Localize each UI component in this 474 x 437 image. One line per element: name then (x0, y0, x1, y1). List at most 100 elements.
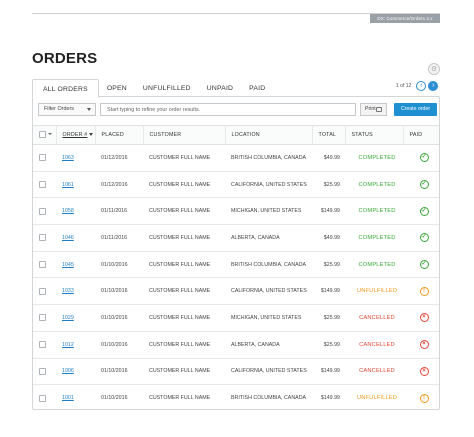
row-checkbox[interactable] (39, 234, 46, 242)
order-total: $25.99 (312, 251, 345, 279)
status-badge: CANCELLED (359, 341, 395, 348)
customer-name: CUSTOMER FULL NAME (143, 358, 225, 386)
row-checkbox[interactable] (39, 154, 46, 162)
order-placed-date: 01/10/2016 (95, 358, 143, 386)
row-checkbox[interactable] (39, 367, 46, 375)
order-total: $49.99 (312, 144, 345, 172)
status-badge: UNFULFILLED (356, 395, 398, 402)
sort-down-icon (89, 133, 94, 137)
order-number-link[interactable]: 1033 (62, 288, 74, 294)
order-number-link[interactable]: 1001 (62, 395, 74, 401)
customer-name: CUSTOMER FULL NAME (143, 144, 225, 172)
table-row[interactable]: 1046 01/11/2016 CUSTOMER FULL NAME ALBERTA,… (33, 224, 439, 252)
gear-icon: ⚙ (430, 65, 438, 73)
column-paid[interactable]: PAID (403, 125, 439, 145)
order-number-link[interactable]: 1045 (62, 262, 74, 268)
status-badge: COMPLETED (358, 154, 396, 161)
toolbar: Filter Orders Print Create order (38, 103, 437, 116)
order-location: ALBERTA, CANADA (225, 224, 312, 252)
column-customer[interactable]: CUSTOMER (143, 125, 226, 145)
tab-unfulfilled[interactable]: UNFULFILLED (135, 80, 199, 97)
filter-orders-select[interactable]: Filter Orders (38, 103, 96, 116)
tab-unpaid[interactable]: UNPAID (199, 80, 241, 97)
payment-cancelled-icon: × (419, 340, 429, 350)
row-checkbox[interactable] (39, 341, 46, 349)
select-all-checkbox[interactable] (39, 130, 52, 138)
search-input[interactable] (100, 103, 356, 116)
row-checkbox[interactable] (39, 394, 46, 402)
tab-open[interactable]: OPEN (99, 80, 135, 97)
settings-button[interactable]: ⚙ (428, 63, 440, 75)
order-total: $149.99 (320, 395, 340, 402)
table-row[interactable]: 1033 01/10/2016 CUSTOMER FULL NAME CALIFORN… (33, 277, 439, 306)
status-badge: COMPLETED (358, 234, 396, 241)
select-all-column (33, 125, 57, 145)
table-row[interactable]: 1058 01/11/2016 CUSTOMER FULL NAME MICHIGAN… (33, 197, 439, 226)
paid-check-icon: ✓ (419, 180, 429, 190)
order-number-link[interactable]: 1046 (62, 235, 74, 241)
pager: 1 of 12 ‹ › (396, 80, 439, 92)
customer-name: CUSTOMER FULL NAME (143, 251, 225, 279)
customer-name: CUSTOMER FULL NAME (143, 197, 225, 226)
order-number-link[interactable]: 1029 (62, 315, 74, 321)
orders-table: ORDER # PLACED CUSTOMER LOCATION TOTAL S… (33, 125, 439, 411)
column-total[interactable]: TOTAL (312, 125, 346, 145)
page-title: ORDERS (32, 50, 98, 67)
column-location[interactable]: LOCATION (225, 125, 313, 145)
order-placed-date: 01/11/2016 (95, 197, 143, 226)
row-checkbox[interactable] (39, 261, 46, 269)
create-order-button[interactable]: Create order (394, 103, 437, 116)
order-location: CALIFORNIA, UNITED STATES (225, 277, 312, 306)
order-placed-date: 01/10/2016 (101, 395, 128, 402)
print-label: Print (365, 106, 376, 112)
table-row[interactable]: 1006 01/10/2016 CUSTOMER FULL NAME CALIFORN… (33, 358, 439, 386)
order-location: BRITISH COLUMBIA, CANADA (225, 251, 312, 279)
table-row[interactable]: 1045 01/10/2016 CUSTOMER FULL NAME BRITISH … (33, 251, 439, 279)
order-total: $49.99 (312, 224, 345, 252)
order-placed-date: 01/10/2016 (95, 251, 143, 279)
order-location: BRITISH COLUMBIA, CANADA (225, 144, 312, 172)
table-row[interactable]: 1029 01/10/2016 CUSTOMER FULL NAME MICHIGAN… (33, 304, 439, 332)
order-number-link[interactable]: 1012 (62, 342, 74, 348)
table-row[interactable]: 1001 01/10/2016 CUSTOMER FULL NAME BRITISH … (33, 385, 439, 412)
order-total: $149.99 (312, 277, 345, 306)
table-row[interactable]: 1061 01/12/2016 CUSTOMER FULL NAME CALIFORN… (33, 171, 439, 199)
tab-all-orders[interactable]: ALL ORDERS (32, 79, 99, 98)
order-placed-date: 01/12/2016 (95, 144, 143, 172)
payment-cancelled-icon: × (419, 366, 429, 376)
print-button[interactable]: Print (360, 103, 387, 116)
chevron-down-icon (87, 108, 91, 111)
column-order-number[interactable]: ORDER # (56, 125, 96, 145)
column-status[interactable]: STATUS (345, 125, 404, 145)
order-number-link[interactable]: 1061 (62, 182, 74, 188)
paid-check-icon: ✓ (419, 153, 429, 163)
filter-orders-value: Filter Orders (44, 106, 74, 112)
row-checkbox[interactable] (39, 181, 46, 189)
customer-name: CUSTOMER FULL NAME (149, 395, 211, 402)
table-row[interactable]: 1012 01/10/2016 CUSTOMER FULL NAME ALBERTA,… (33, 331, 439, 359)
status-badge: COMPLETED (358, 181, 396, 188)
row-checkbox[interactable] (39, 314, 46, 322)
chevron-left-icon[interactable]: ‹ (416, 81, 427, 91)
row-checkbox[interactable] (39, 287, 46, 295)
order-total: $25.99 (312, 171, 345, 199)
payment-alert-icon: ! (419, 393, 429, 403)
column-placed[interactable]: PLACED (95, 125, 144, 145)
page-count: 1 of 12 (396, 83, 412, 89)
status-badge: COMPLETED (358, 208, 396, 215)
order-number-link[interactable]: 1006 (62, 368, 74, 374)
order-total: $25.99 (312, 331, 345, 359)
customer-name: CUSTOMER FULL NAME (143, 304, 225, 332)
row-checkbox[interactable] (39, 207, 46, 215)
chevron-right-icon[interactable]: › (428, 81, 439, 91)
tab-paid[interactable]: PAID (241, 80, 273, 97)
customer-name: CUSTOMER FULL NAME (143, 224, 225, 252)
table-row[interactable]: 1063 01/12/2016 CUSTOMER FULL NAME BRITISH … (33, 144, 439, 172)
order-placed-date: 01/12/2016 (95, 171, 143, 199)
paid-check-icon: ✓ (419, 260, 429, 270)
order-location: CALIFORNIA, UNITED STATES (225, 358, 312, 386)
order-number-link[interactable]: 1058 (62, 208, 74, 214)
order-placed-date: 01/10/2016 (95, 304, 143, 332)
order-number-link[interactable]: 1063 (62, 155, 74, 161)
printer-icon (376, 107, 382, 112)
